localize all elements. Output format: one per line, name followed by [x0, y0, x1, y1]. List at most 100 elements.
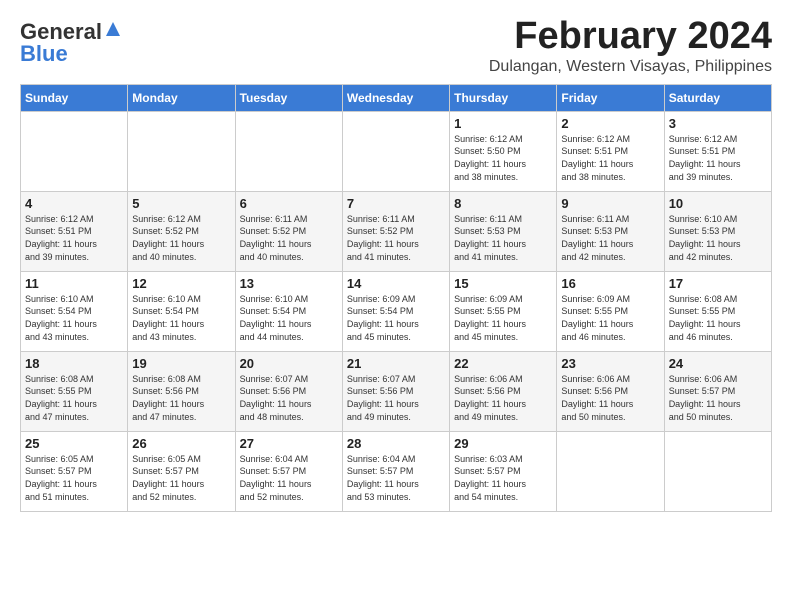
day-info: Sunrise: 6:09 AM Sunset: 5:55 PM Dayligh…: [561, 293, 659, 343]
day-number: 22: [454, 356, 552, 371]
calendar-cell: 14 Sunrise: 6:09 AM Sunset: 5:54 PM Dayli…: [342, 271, 449, 351]
calendar-cell: [342, 111, 449, 191]
week-row-3: 11 Sunrise: 6:10 AM Sunset: 5:54 PM Dayli…: [21, 271, 772, 351]
week-row-1: 1Sunrise: 6:12 AM Sunset: 5:50 PM Daylig…: [21, 111, 772, 191]
week-row-2: 4Sunrise: 6:12 AM Sunset: 5:51 PM Daylig…: [21, 191, 772, 271]
day-info: Sunrise: 6:08 AM Sunset: 5:55 PM Dayligh…: [25, 373, 123, 423]
day-number: 10: [669, 196, 767, 211]
day-number: 6: [240, 196, 338, 211]
header: General Blue February 2024 Dulangan, Wes…: [20, 16, 772, 76]
day-number: 15: [454, 276, 552, 291]
calendar-cell: 15Sunrise: 6:09 AM Sunset: 5:55 PM Dayli…: [450, 271, 557, 351]
day-number: 14: [347, 276, 445, 291]
calendar-cell: [235, 111, 342, 191]
calendar-cell: 3 Sunrise: 6:12 AM Sunset: 5:51 PM Daylig…: [664, 111, 771, 191]
day-number: 2: [561, 116, 659, 131]
calendar-cell: 24 Sunrise: 6:06 AM Sunset: 5:57 PM Dayli…: [664, 351, 771, 431]
calendar-cell: 11 Sunrise: 6:10 AM Sunset: 5:54 PM Dayli…: [21, 271, 128, 351]
calendar-cell: 21 Sunrise: 6:07 AM Sunset: 5:56 PM Dayli…: [342, 351, 449, 431]
calendar-cell: 23Sunrise: 6:06 AM Sunset: 5:56 PM Dayli…: [557, 351, 664, 431]
day-info: Sunrise: 6:08 AM Sunset: 5:55 PM Dayligh…: [669, 293, 767, 343]
logo-icon: [104, 20, 122, 38]
day-info: Sunrise: 6:09 AM Sunset: 5:54 PM Dayligh…: [347, 293, 445, 343]
week-row-5: 25 Sunrise: 6:05 AM Sunset: 5:57 PM Dayli…: [21, 431, 772, 511]
calendar-cell: 13 Sunrise: 6:10 AM Sunset: 5:54 PM Dayli…: [235, 271, 342, 351]
location-title: Dulangan, Western Visayas, Philippines: [489, 58, 772, 76]
day-number: 7: [347, 196, 445, 211]
month-title: February 2024: [489, 16, 772, 58]
calendar-cell: 12 Sunrise: 6:10 AM Sunset: 5:54 PM Dayli…: [128, 271, 235, 351]
column-header-tuesday: Tuesday: [235, 84, 342, 111]
calendar-cell: 17 Sunrise: 6:08 AM Sunset: 5:55 PM Dayli…: [664, 271, 771, 351]
day-number: 18: [25, 356, 123, 371]
day-info: Sunrise: 6:06 AM Sunset: 5:56 PM Dayligh…: [454, 373, 552, 423]
calendar-cell: 18 Sunrise: 6:08 AM Sunset: 5:55 PM Dayli…: [21, 351, 128, 431]
day-number: 17: [669, 276, 767, 291]
day-info: Sunrise: 6:11 AM Sunset: 5:53 PM Dayligh…: [561, 213, 659, 263]
day-info: Sunrise: 6:06 AM Sunset: 5:56 PM Dayligh…: [561, 373, 659, 423]
day-number: 5: [132, 196, 230, 211]
calendar-cell: 6 Sunrise: 6:11 AM Sunset: 5:52 PM Daylig…: [235, 191, 342, 271]
column-header-sunday: Sunday: [21, 84, 128, 111]
logo-blue-text: Blue: [20, 41, 68, 66]
calendar-cell: 7 Sunrise: 6:11 AM Sunset: 5:52 PM Daylig…: [342, 191, 449, 271]
calendar-cell: [21, 111, 128, 191]
calendar-cell: [128, 111, 235, 191]
day-number: 3: [669, 116, 767, 131]
day-number: 27: [240, 436, 338, 451]
day-info: Sunrise: 6:05 AM Sunset: 5:57 PM Dayligh…: [25, 453, 123, 503]
calendar-cell: 29 Sunrise: 6:03 AM Sunset: 5:57 PM Dayli…: [450, 431, 557, 511]
day-info: Sunrise: 6:12 AM Sunset: 5:51 PM Dayligh…: [669, 133, 767, 183]
day-number: 29: [454, 436, 552, 451]
day-info: Sunrise: 6:11 AM Sunset: 5:53 PM Dayligh…: [454, 213, 552, 263]
day-info: Sunrise: 6:11 AM Sunset: 5:52 PM Dayligh…: [347, 213, 445, 263]
day-number: 4: [25, 196, 123, 211]
calendar-cell: [557, 431, 664, 511]
logo: General Blue: [20, 20, 122, 66]
calendar-cell: 19 Sunrise: 6:08 AM Sunset: 5:56 PM Dayli…: [128, 351, 235, 431]
calendar-cell: [664, 431, 771, 511]
calendar-cell: 4Sunrise: 6:12 AM Sunset: 5:51 PM Daylig…: [21, 191, 128, 271]
calendar-cell: 20Sunrise: 6:07 AM Sunset: 5:56 PM Dayli…: [235, 351, 342, 431]
week-row-4: 18 Sunrise: 6:08 AM Sunset: 5:55 PM Dayli…: [21, 351, 772, 431]
calendar-cell: 27Sunrise: 6:04 AM Sunset: 5:57 PM Dayli…: [235, 431, 342, 511]
day-info: Sunrise: 6:07 AM Sunset: 5:56 PM Dayligh…: [240, 373, 338, 423]
calendar-cell: 25 Sunrise: 6:05 AM Sunset: 5:57 PM Dayli…: [21, 431, 128, 511]
day-number: 12: [132, 276, 230, 291]
day-info: Sunrise: 6:12 AM Sunset: 5:50 PM Dayligh…: [454, 133, 552, 183]
day-number: 26: [132, 436, 230, 451]
column-header-saturday: Saturday: [664, 84, 771, 111]
day-number: 8: [454, 196, 552, 211]
day-info: Sunrise: 6:10 AM Sunset: 5:54 PM Dayligh…: [132, 293, 230, 343]
day-number: 24: [669, 356, 767, 371]
day-info: Sunrise: 6:11 AM Sunset: 5:52 PM Dayligh…: [240, 213, 338, 263]
calendar-cell: 22 Sunrise: 6:06 AM Sunset: 5:56 PM Dayli…: [450, 351, 557, 431]
logo-general-text: General: [20, 21, 102, 43]
calendar-cell: 16 Sunrise: 6:09 AM Sunset: 5:55 PM Dayli…: [557, 271, 664, 351]
calendar-cell: 9 Sunrise: 6:11 AM Sunset: 5:53 PM Daylig…: [557, 191, 664, 271]
day-info: Sunrise: 6:10 AM Sunset: 5:54 PM Dayligh…: [240, 293, 338, 343]
day-info: Sunrise: 6:05 AM Sunset: 5:57 PM Dayligh…: [132, 453, 230, 503]
day-info: Sunrise: 6:03 AM Sunset: 5:57 PM Dayligh…: [454, 453, 552, 503]
day-number: 16: [561, 276, 659, 291]
day-number: 21: [347, 356, 445, 371]
column-header-monday: Monday: [128, 84, 235, 111]
day-number: 25: [25, 436, 123, 451]
day-info: Sunrise: 6:07 AM Sunset: 5:56 PM Dayligh…: [347, 373, 445, 423]
calendar-cell: 2 Sunrise: 6:12 AM Sunset: 5:51 PM Daylig…: [557, 111, 664, 191]
day-number: 13: [240, 276, 338, 291]
day-info: Sunrise: 6:08 AM Sunset: 5:56 PM Dayligh…: [132, 373, 230, 423]
calendar-cell: 10Sunrise: 6:10 AM Sunset: 5:53 PM Dayli…: [664, 191, 771, 271]
day-info: Sunrise: 6:12 AM Sunset: 5:51 PM Dayligh…: [561, 133, 659, 183]
day-info: Sunrise: 6:06 AM Sunset: 5:57 PM Dayligh…: [669, 373, 767, 423]
day-number: 19: [132, 356, 230, 371]
calendar-cell: 28 Sunrise: 6:04 AM Sunset: 5:57 PM Dayli…: [342, 431, 449, 511]
day-number: 9: [561, 196, 659, 211]
day-info: Sunrise: 6:10 AM Sunset: 5:54 PM Dayligh…: [25, 293, 123, 343]
header-row: SundayMondayTuesdayWednesdayThursdayFrid…: [21, 84, 772, 111]
day-number: 28: [347, 436, 445, 451]
day-info: Sunrise: 6:12 AM Sunset: 5:52 PM Dayligh…: [132, 213, 230, 263]
day-info: Sunrise: 6:04 AM Sunset: 5:57 PM Dayligh…: [347, 453, 445, 503]
calendar-cell: 26 Sunrise: 6:05 AM Sunset: 5:57 PM Dayli…: [128, 431, 235, 511]
day-number: 11: [25, 276, 123, 291]
